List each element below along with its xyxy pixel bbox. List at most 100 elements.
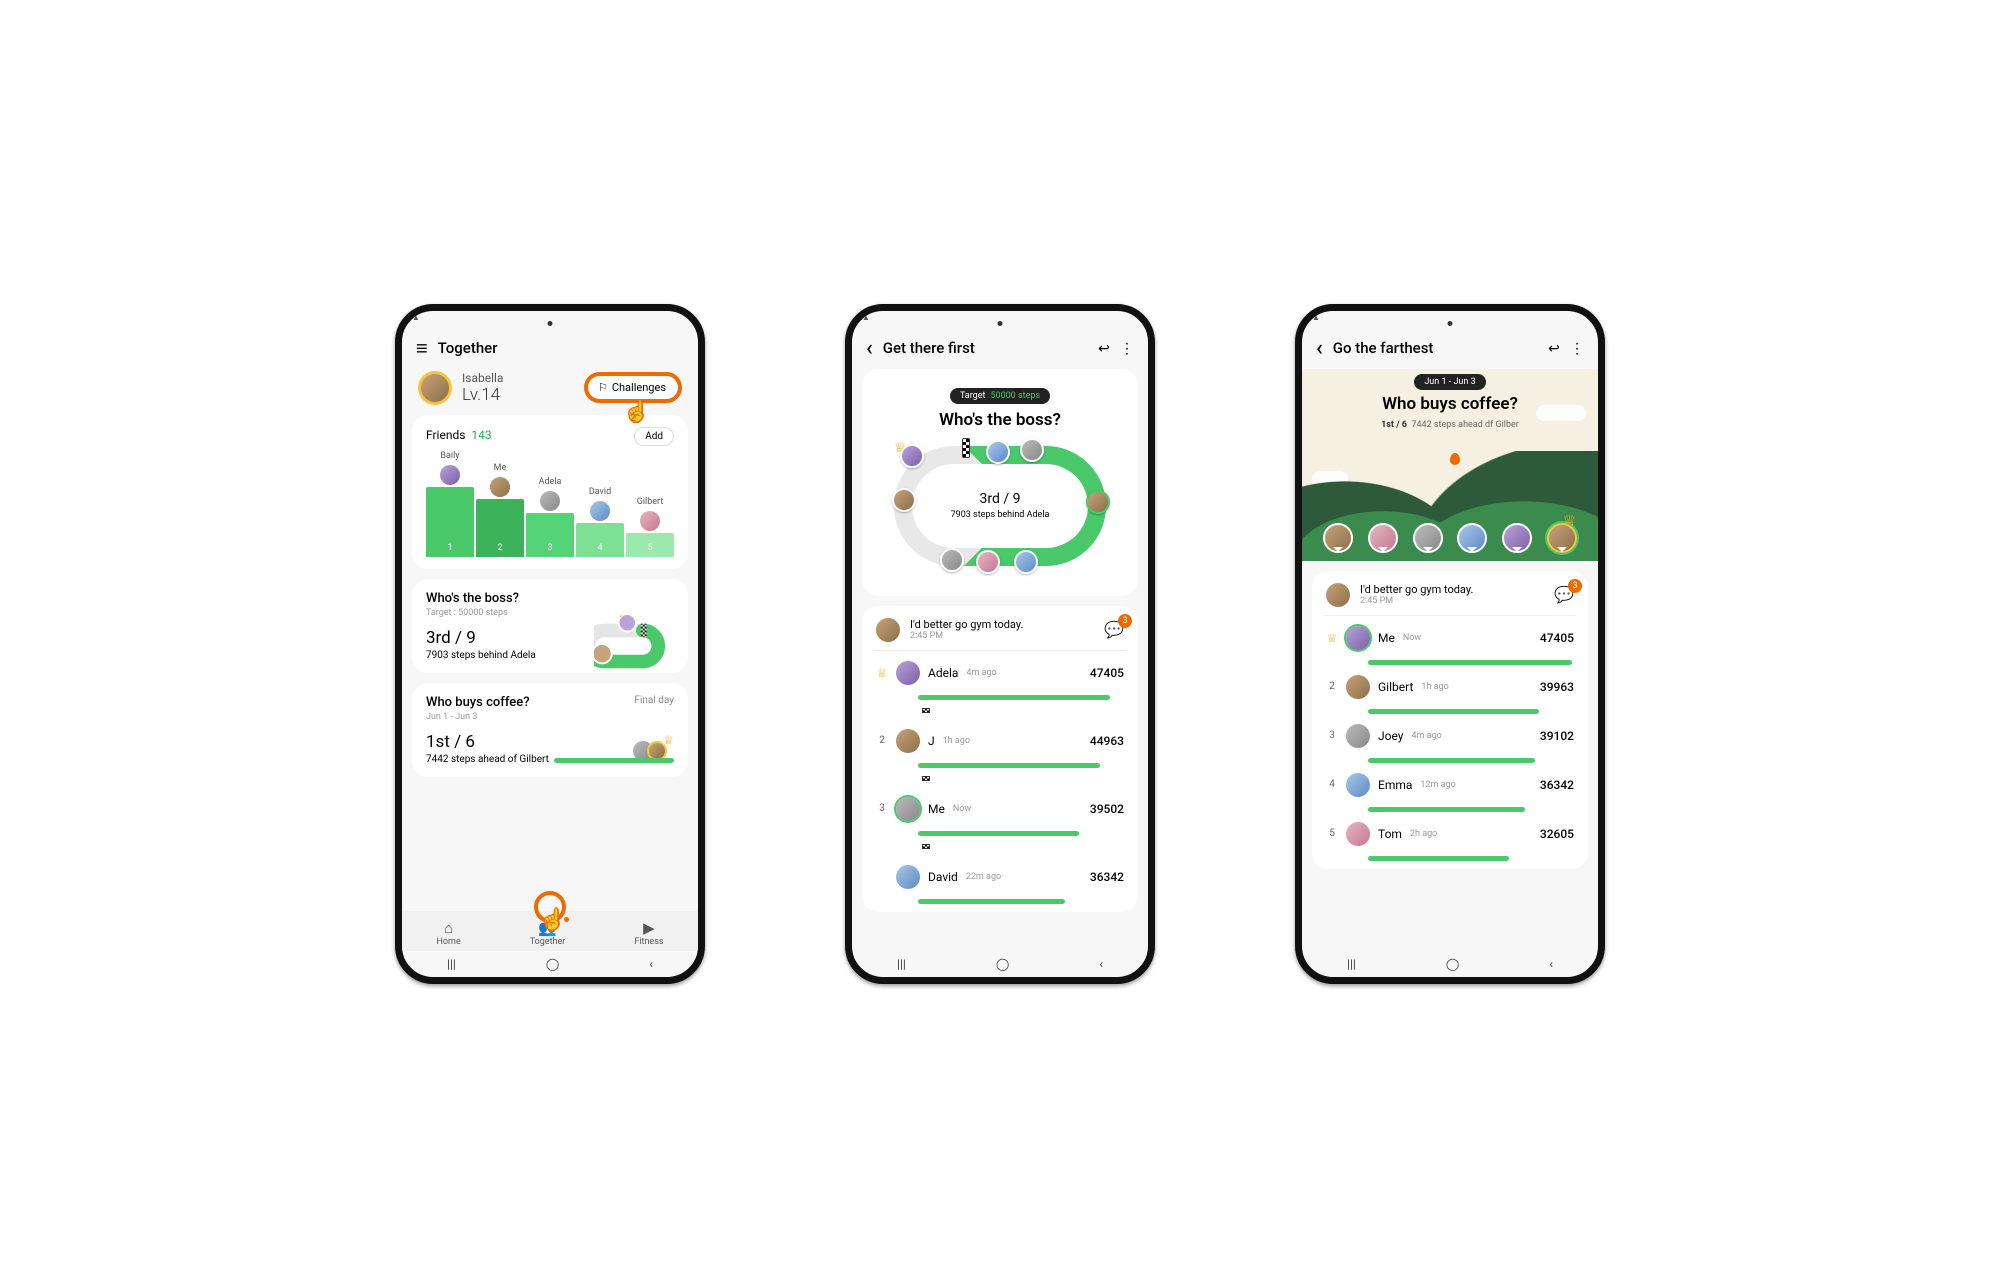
leaderboard-card: I'd better go gym today. 2:45 PM 💬3 ♕ Ad… xyxy=(862,606,1138,912)
rank-name: Emma xyxy=(1378,778,1412,792)
friend-name: Adela xyxy=(539,477,562,487)
rank-row[interactable]: 5 Tom 2h ago 32605 xyxy=(1324,812,1576,856)
rank-index: 2 xyxy=(1326,681,1338,692)
avatar-icon xyxy=(896,661,920,685)
rank-value: 36342 xyxy=(1090,870,1124,884)
friend-bar[interactable]: Baily 1 xyxy=(426,451,474,557)
back-icon[interactable] xyxy=(866,336,873,361)
recent-icon[interactable]: ||| xyxy=(447,957,456,971)
menu-icon[interactable] xyxy=(416,336,428,361)
bar-rank: 5 xyxy=(626,533,674,557)
home-button-icon[interactable]: ◯ xyxy=(996,957,1009,971)
rank-ago: 12m ago xyxy=(1420,780,1455,790)
avatar-icon xyxy=(1346,675,1370,699)
avatar-icon xyxy=(440,465,460,485)
rank-index: 2 xyxy=(876,735,888,746)
back-button-icon[interactable]: ‹ xyxy=(649,957,653,971)
page-title: Get there first xyxy=(883,339,1089,357)
recent-icon[interactable]: ||| xyxy=(897,957,906,971)
bar-rank: 4 xyxy=(576,523,624,557)
more-icon[interactable] xyxy=(1120,339,1134,357)
page-title: Go the farthest xyxy=(1333,339,1539,357)
svg-text:♕: ♕ xyxy=(618,615,628,620)
rank-row[interactable]: 3 Joey 4m ago 39102 xyxy=(1324,714,1576,758)
rank-row[interactable]: 2 J 1h ago 44963 xyxy=(874,719,1126,763)
message-time: 2:45 PM xyxy=(910,631,1094,641)
rank-bar xyxy=(918,831,1079,836)
challenge-coffee-card[interactable]: Final day Who buys coffee? Jun 1 - Jun 3… xyxy=(412,683,688,777)
bar-rank: 1 xyxy=(426,487,474,557)
rank-index: 3 xyxy=(876,803,888,814)
rank-row[interactable]: 4 Emma 12m ago 36342 xyxy=(1324,763,1576,807)
share-icon[interactable] xyxy=(1098,339,1110,357)
friends-label: Friends xyxy=(426,428,465,442)
race-title: Who's the boss? xyxy=(876,410,1124,430)
challenge-boss-card[interactable]: Who's the boss? Target : 50000 steps 3rd… xyxy=(412,579,688,673)
friends-card[interactable]: Friends 1 43 Add Baily 1Me 2Adela 3David … xyxy=(412,415,688,569)
back-button-icon[interactable]: ‹ xyxy=(1549,957,1553,971)
rank-row[interactable]: ♕ Me Now 47405 xyxy=(1324,616,1576,660)
message-text: I'd better go gym today. xyxy=(910,618,1094,631)
share-icon[interactable] xyxy=(1548,339,1560,357)
message-row[interactable]: I'd better go gym today. 2:45 PM 💬3 xyxy=(1324,575,1576,616)
pin-avatar xyxy=(1502,523,1532,553)
message-row[interactable]: I'd better go gym today. 2:45 PM 💬3 xyxy=(874,610,1126,651)
rank-index: ♕ xyxy=(1326,631,1338,645)
nav-fitness[interactable]: ▶ Fitness xyxy=(634,919,663,947)
avatar-icon xyxy=(876,618,900,642)
friend-bar[interactable]: Me 2 xyxy=(476,463,524,557)
more-icon[interactable] xyxy=(1570,339,1584,357)
rank-ago: 4m ago xyxy=(966,668,996,678)
rank-name: Tom xyxy=(1378,827,1402,841)
rank-row[interactable]: ♕ Adela 4m ago 47405 xyxy=(874,651,1126,695)
messages-icon[interactable]: 💬3 xyxy=(1554,585,1574,604)
bar-rank: 2 xyxy=(476,499,524,557)
back-icon[interactable] xyxy=(1316,336,1323,361)
home-button-icon[interactable]: ◯ xyxy=(546,957,559,971)
avatar-icon xyxy=(896,865,920,889)
rank-value: 39102 xyxy=(1540,729,1574,743)
pin-avatar xyxy=(1413,523,1443,553)
track-icon: ♕ xyxy=(594,615,676,677)
rank-value: 44963 xyxy=(1090,734,1124,748)
recent-icon[interactable]: ||| xyxy=(1347,957,1356,971)
leaderboard-card: I'd better go gym today. 2:45 PM 💬3 ♕ Me… xyxy=(1312,571,1588,869)
rank-row[interactable]: David 22m ago 36342 xyxy=(874,855,1126,899)
message-text: I'd better go gym today. xyxy=(1360,583,1544,596)
progress-bar xyxy=(554,758,674,763)
messages-icon[interactable]: 💬3 xyxy=(1104,620,1124,639)
scenery: Jun 1 - Jun 3 Who buys coffee? 1st / 6 7… xyxy=(1302,369,1598,561)
target-pill: Target 50000 steps xyxy=(950,388,1050,404)
profile-block[interactable]: Isabella Lv.14 Challenges xyxy=(412,369,688,415)
avatar-icon xyxy=(490,477,510,497)
friend-bar[interactable]: Gilbert 5 xyxy=(626,497,674,557)
profile-name: Isabella xyxy=(462,371,574,385)
avatar-icon xyxy=(1346,773,1370,797)
add-friend-button[interactable]: Add xyxy=(634,427,674,446)
challenges-button[interactable]: Challenges xyxy=(584,372,682,403)
avatar-icon xyxy=(540,491,560,511)
rank-index: ♕ xyxy=(876,666,888,680)
rank-index: 4 xyxy=(1326,779,1338,790)
friend-name: Baily xyxy=(440,451,459,461)
rank-bar xyxy=(918,763,1100,768)
friend-name: Gilbert xyxy=(637,497,664,507)
checker-icon xyxy=(922,844,930,849)
bar-rank: 3 xyxy=(526,513,574,557)
rank-value: 47405 xyxy=(1540,631,1574,645)
notification-dot xyxy=(564,917,569,922)
rank-ago: Now xyxy=(953,804,971,814)
avatar-icon xyxy=(1346,626,1370,650)
friend-bar[interactable]: David 4 xyxy=(576,487,624,557)
sub-rank: 1st / 6 xyxy=(1381,420,1407,430)
rank-row[interactable]: 3 Me Now 39502 xyxy=(874,787,1126,831)
rank-bar xyxy=(918,695,1110,700)
rank-row[interactable]: 2 Gilbert 1h ago 39963 xyxy=(1324,665,1576,709)
home-button-icon[interactable]: ◯ xyxy=(1446,957,1459,971)
nav-home[interactable]: ⌂ Home xyxy=(437,919,461,947)
back-button-icon[interactable]: ‹ xyxy=(1099,957,1103,971)
nav-label: Fitness xyxy=(634,937,663,947)
nav-together[interactable]: 👥 Together xyxy=(530,919,566,947)
rank-value: 47405 xyxy=(1090,666,1124,680)
friend-bar[interactable]: Adela 3 xyxy=(526,477,574,557)
